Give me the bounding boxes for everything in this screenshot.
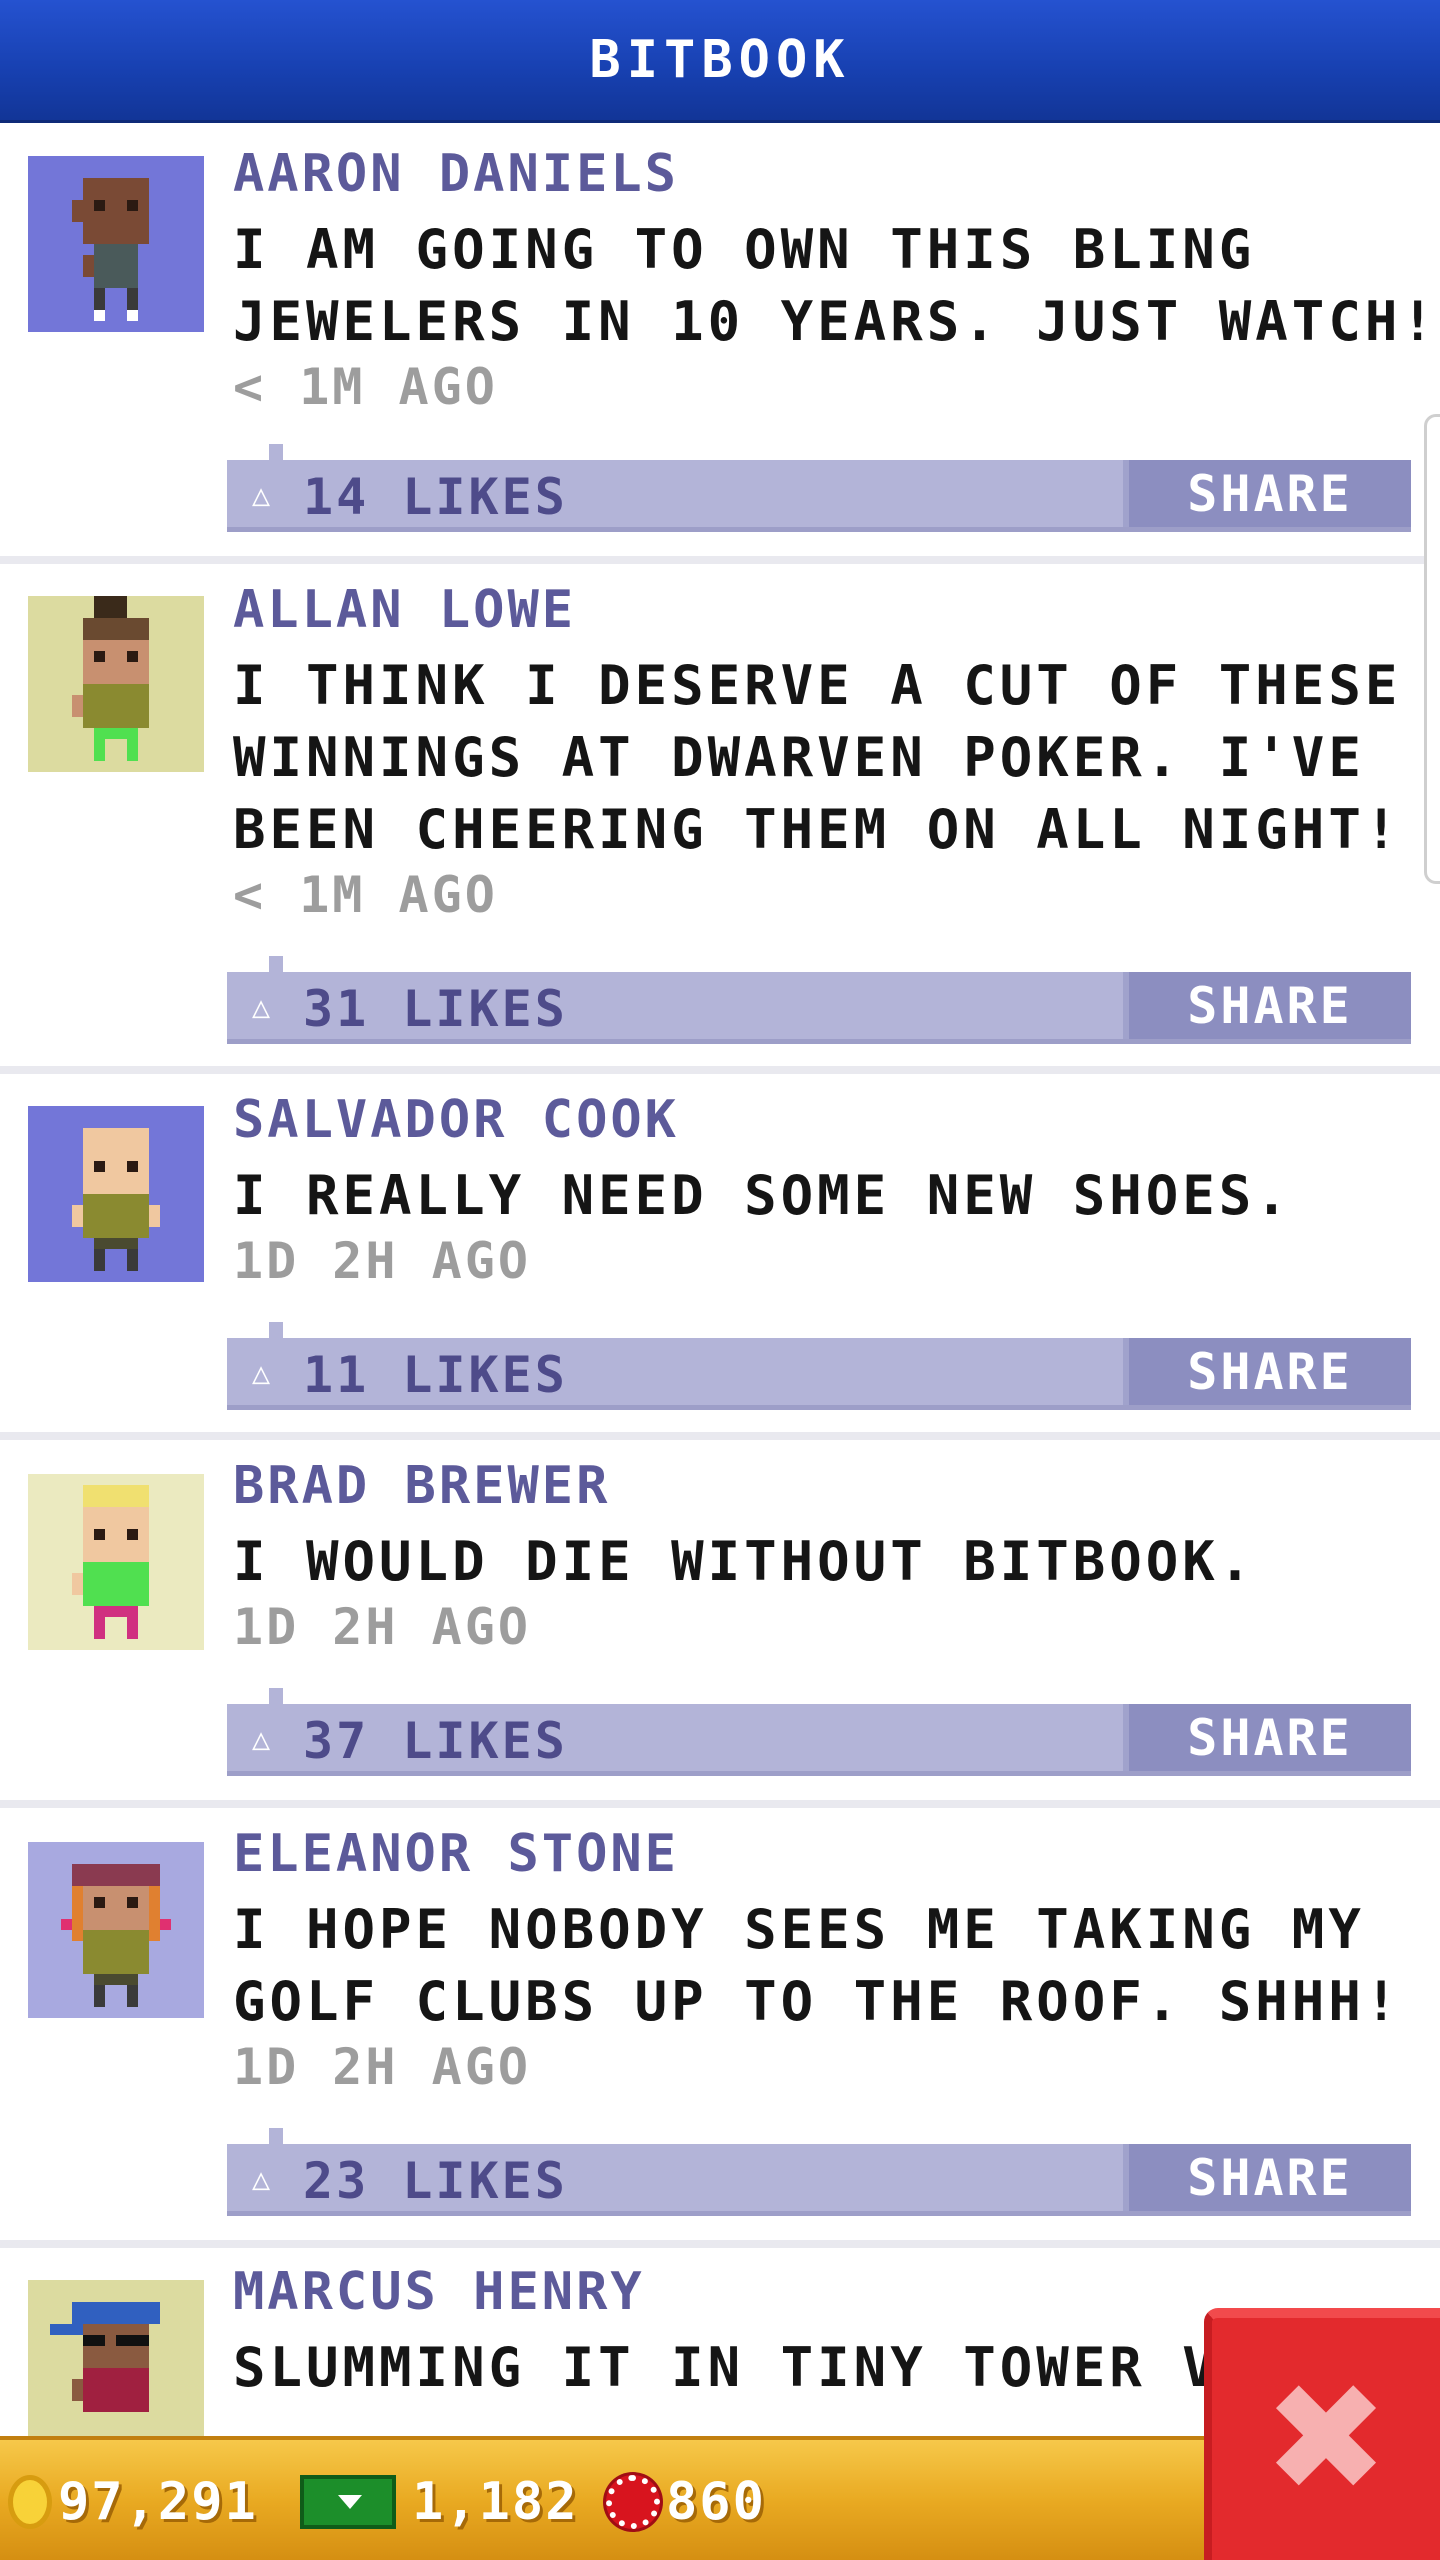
bux-value: 1,182 (412, 2472, 579, 2532)
post-text: I HOPE NOBODY SEES ME TAKING MY GOLF CLU… (233, 1894, 1413, 2038)
divider (0, 1800, 1440, 1808)
post-time: < 1M AGO (233, 866, 498, 924)
divider (0, 2240, 1440, 2248)
share-button[interactable]: SHARE (1123, 2144, 1411, 2211)
chips-counter[interactable]: 860 (606, 2462, 766, 2542)
like-bar-tick (269, 444, 283, 460)
like-count[interactable]: 14 LIKES (303, 468, 568, 526)
like-bar: △ 23 LIKES SHARE (227, 2128, 1411, 2216)
thumbs-up-icon[interactable]: △ (243, 2162, 279, 2198)
like-count[interactable]: 11 LIKES (303, 1346, 568, 1404)
thumbs-up-icon[interactable]: △ (243, 1356, 279, 1392)
avatar[interactable] (28, 1842, 204, 2018)
like-bar: △ 14 LIKES SHARE (227, 444, 1411, 532)
post-text: I THINK I DESERVE A CUT OF THESE WINNING… (233, 650, 1413, 866)
like-count[interactable]: 23 LIKES (303, 2152, 568, 2210)
post-author[interactable]: MARCUS HENRY (233, 2262, 645, 2322)
avatar[interactable] (28, 1474, 204, 1650)
share-button[interactable]: SHARE (1123, 1704, 1411, 1771)
post-author[interactable]: ALLAN LOWE (233, 580, 576, 640)
bux-counter[interactable]: 1,182 (300, 2462, 579, 2542)
post-author[interactable]: SALVADOR COOK (233, 1090, 679, 1150)
divider (0, 556, 1440, 564)
post-text-line: I REALLY NEED SOME NEW SHOES. (233, 1164, 1292, 1227)
post-item: ALLAN LOWE I THINK I DESERVE A CUT OF TH… (0, 564, 1440, 1066)
like-bar: △ 11 LIKES SHARE (227, 1322, 1411, 1410)
close-button[interactable]: ✖ (1204, 2308, 1440, 2560)
news-feed[interactable]: AARON DANIELS I AM GOING TO OWN THIS BLI… (0, 126, 1440, 2436)
post-text-line: WINNINGS AT DWARVEN POKER. I'VE (233, 726, 1365, 789)
post-text-line: JEWELERS IN 10 YEARS. JUST WATCH! (233, 290, 1438, 353)
post-text-line: I THINK I DESERVE A CUT OF THESE (233, 654, 1402, 717)
post-time: 1D 2H AGO (233, 1232, 531, 1290)
post-time: < 1M AGO (233, 358, 498, 416)
post-author[interactable]: BRAD BREWER (233, 1456, 610, 1516)
like-bar-tick (269, 1688, 283, 1704)
coins-value: 97,291 (58, 2472, 258, 2532)
divider (0, 1066, 1440, 1074)
bux-icon (300, 2475, 396, 2529)
like-bar-tick (269, 956, 283, 972)
post-author[interactable]: AARON DANIELS (233, 144, 679, 204)
post-item: SALVADOR COOK I REALLY NEED SOME NEW SHO… (0, 1074, 1440, 1432)
post-item: BRAD BREWER I WOULD DIE WITHOUT BITBOOK.… (0, 1440, 1440, 1800)
post-text: I WOULD DIE WITHOUT BITBOOK. (233, 1526, 1413, 1598)
close-icon: ✖ (1263, 2352, 1389, 2526)
post-text-line: BEEN CHEERING THEM ON ALL NIGHT! (233, 798, 1402, 861)
divider (0, 1432, 1440, 1440)
like-bar: △ 31 LIKES SHARE (227, 956, 1411, 1044)
share-button[interactable]: SHARE (1123, 972, 1411, 1039)
avatar[interactable] (28, 596, 204, 772)
post-item: AARON DANIELS I AM GOING TO OWN THIS BLI… (0, 126, 1440, 556)
app-header: BITBOOK (0, 0, 1440, 123)
avatar[interactable] (28, 156, 204, 332)
cap-sunglasses-man-avatar-icon (28, 2280, 204, 2436)
post-text-line: I HOPE NOBODY SEES ME TAKING MY (233, 1898, 1365, 1961)
scrollbar[interactable] (1424, 414, 1440, 884)
post-author[interactable]: ELEANOR STONE (233, 1824, 679, 1884)
share-button[interactable]: SHARE (1123, 460, 1411, 527)
man-bun-avatar-icon (28, 596, 204, 772)
post-text: I AM GOING TO OWN THIS BLING JEWELERS IN… (233, 214, 1438, 358)
like-bar-tick (269, 2128, 283, 2144)
coin-icon (8, 2475, 52, 2529)
like-count[interactable]: 31 LIKES (303, 980, 568, 1038)
thumbs-up-icon[interactable]: △ (243, 1722, 279, 1758)
chip-icon (606, 2475, 660, 2529)
share-button[interactable]: SHARE (1123, 1338, 1411, 1405)
redhead-woman-avatar-icon (28, 1842, 204, 2018)
like-bar: △ 37 LIKES SHARE (227, 1688, 1411, 1776)
bald-man-avatar-icon (28, 1106, 204, 1282)
post-time: 1D 2H AGO (233, 2038, 531, 2096)
post-text-line: I AM GOING TO OWN THIS BLING (233, 218, 1256, 281)
dark-skin-man-avatar-icon (28, 156, 204, 332)
post-text-line: I WOULD DIE WITHOUT BITBOOK. (233, 1530, 1256, 1593)
coins-counter[interactable]: 97,291 (8, 2462, 258, 2542)
like-bar-tick (269, 1322, 283, 1338)
post-item: ELEANOR STONE I HOPE NOBODY SEES ME TAKI… (0, 1808, 1440, 2240)
thumbs-up-icon[interactable]: △ (243, 990, 279, 1026)
avatar[interactable] (28, 2280, 204, 2436)
app-title: BITBOOK (589, 30, 851, 90)
post-text-line: GOLF CLUBS UP TO THE ROOF. SHHH! (233, 1970, 1402, 2033)
thumbs-up-icon[interactable]: △ (243, 478, 279, 514)
like-count[interactable]: 37 LIKES (303, 1712, 568, 1770)
avatar[interactable] (28, 1106, 204, 1282)
chips-value: 860 (666, 2472, 766, 2532)
post-time: 1D 2H AGO (233, 1598, 531, 1656)
post-text: I REALLY NEED SOME NEW SHOES. (233, 1160, 1413, 1232)
blonde-man-avatar-icon (28, 1474, 204, 1650)
